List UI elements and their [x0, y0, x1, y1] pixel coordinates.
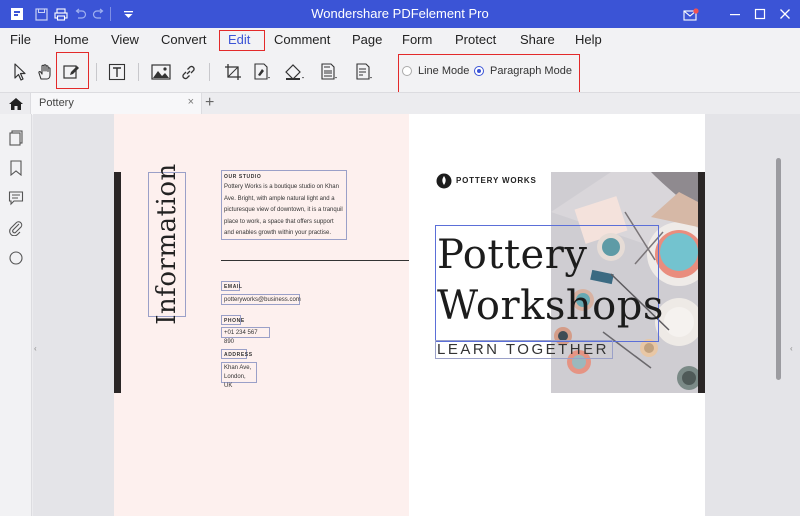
quick-access-dropdown-icon[interactable]: [120, 0, 136, 28]
watermark-icon[interactable]: [251, 61, 273, 83]
hand-icon[interactable]: [34, 61, 56, 83]
vertical-title: Information: [152, 163, 182, 325]
address-line-1: Khan Ave,: [224, 365, 252, 371]
close-icon[interactable]: [776, 0, 794, 28]
email-label-box[interactable]: EMAIL: [221, 281, 243, 291]
phone-value-box[interactable]: +01 234 567 890: [221, 327, 270, 345]
collapse-left-panel-icon[interactable]: ‹: [34, 344, 37, 353]
studio-text-box[interactable]: OUR STUDIO Pottery Works is a boutique s…: [221, 170, 347, 240]
menu-help[interactable]: Help: [575, 31, 602, 48]
studio-label: OUR STUDIO: [224, 174, 262, 180]
comments-icon[interactable]: [8, 190, 24, 206]
toolbar-divider: [96, 63, 97, 81]
save-icon[interactable]: [32, 0, 50, 28]
document-workspace: Information OUR STUDIO Pottery Works is …: [33, 114, 800, 516]
menu-protect[interactable]: Protect: [455, 31, 496, 48]
right-accent-bar: [698, 172, 705, 393]
background-icon[interactable]: [284, 61, 306, 83]
menu-bar: File Home View Convert Edit Comment Page…: [0, 28, 800, 51]
select-icon[interactable]: [9, 61, 31, 83]
paragraph-mode-label: Paragraph Mode: [490, 65, 572, 77]
home-icon[interactable]: [8, 96, 24, 112]
scrollbar-thumb[interactable]: [776, 158, 781, 380]
menu-view[interactable]: View: [111, 31, 139, 48]
left-sidebar: [0, 114, 32, 516]
edit-toolbar: Line Mode Paragraph Mode: [0, 51, 800, 105]
maximize-icon[interactable]: [751, 0, 769, 28]
document-page[interactable]: Information OUR STUDIO Pottery Works is …: [114, 114, 705, 516]
menu-share[interactable]: Share: [520, 31, 555, 48]
headline-line-2: Workshops: [437, 283, 664, 329]
toolbar-divider: [138, 63, 139, 81]
toolbar-divider: [209, 63, 210, 81]
menu-convert[interactable]: Convert: [161, 31, 207, 48]
undo-icon[interactable]: [72, 0, 88, 28]
line-mode-option[interactable]: Line Mode: [402, 65, 469, 77]
document-tab[interactable]: Pottery ×: [30, 93, 202, 115]
add-image-icon[interactable]: [150, 61, 172, 83]
attachments-icon[interactable]: [8, 220, 24, 236]
minimize-icon[interactable]: [726, 0, 744, 28]
document-tab-bar: Pottery × +: [0, 92, 800, 115]
print-icon[interactable]: [52, 0, 70, 28]
header-footer-icon[interactable]: [318, 61, 340, 83]
studio-text: Pottery Works is a boutique studio on Kh…: [224, 184, 343, 236]
menu-file[interactable]: File: [10, 31, 31, 48]
bates-number-icon[interactable]: [353, 61, 375, 83]
headline: Pottery Workshops: [437, 230, 664, 332]
brand-name: POTTERY WORKS: [456, 176, 537, 185]
edit-menu-highlight: [219, 30, 265, 51]
pottery-works-logo-icon: [436, 173, 452, 189]
thumbnails-icon[interactable]: [8, 130, 24, 146]
address-label-box[interactable]: ADDRESS: [221, 349, 253, 359]
mail-icon[interactable]: [682, 0, 700, 28]
crop-icon[interactable]: [222, 61, 244, 83]
add-text-icon[interactable]: [106, 61, 128, 83]
titlebar-divider: [110, 0, 111, 28]
address-line-2: London, UK: [224, 374, 246, 389]
email-label: EMAIL: [224, 284, 243, 290]
phone-value: +01 234 567 890: [224, 330, 258, 345]
address-value-box[interactable]: Khan Ave, London, UK: [221, 362, 257, 389]
line-mode-radio[interactable]: [402, 66, 412, 76]
title-bar: Wondershare PDFelement Pro: [0, 0, 800, 28]
menu-comment[interactable]: Comment: [274, 31, 330, 48]
menu-home[interactable]: Home: [54, 31, 89, 48]
menu-page[interactable]: Page: [352, 31, 382, 48]
new-tab-icon[interactable]: +: [205, 94, 214, 112]
email-value-box[interactable]: potteryworks@business.com: [221, 294, 301, 305]
collapse-right-panel-icon[interactable]: ‹: [790, 344, 793, 353]
redo-icon[interactable]: [90, 0, 106, 28]
paragraph-mode-radio[interactable]: [474, 66, 484, 76]
link-icon[interactable]: [177, 61, 199, 83]
headline-line-1: Pottery: [437, 232, 588, 278]
phone-label: PHONE: [224, 318, 245, 324]
phone-label-box[interactable]: PHONE: [221, 315, 245, 325]
email-value: potteryworks@business.com: [224, 297, 301, 303]
bookmarks-icon[interactable]: [8, 160, 24, 176]
tab-close-icon[interactable]: ×: [188, 96, 194, 108]
document-tab-title: Pottery: [39, 97, 74, 109]
left-accent-bar: [114, 172, 121, 393]
edit-tool-highlight: [56, 52, 89, 89]
app-logo-icon[interactable]: [8, 0, 26, 28]
paragraph-mode-option[interactable]: Paragraph Mode: [474, 65, 572, 77]
search-icon[interactable]: [8, 250, 24, 266]
divider-line: [221, 260, 409, 261]
address-label: ADDRESS: [224, 352, 253, 358]
line-mode-label: Line Mode: [418, 65, 470, 77]
menu-form[interactable]: Form: [402, 31, 432, 48]
tagline: LEARN TOGETHER: [437, 341, 609, 358]
